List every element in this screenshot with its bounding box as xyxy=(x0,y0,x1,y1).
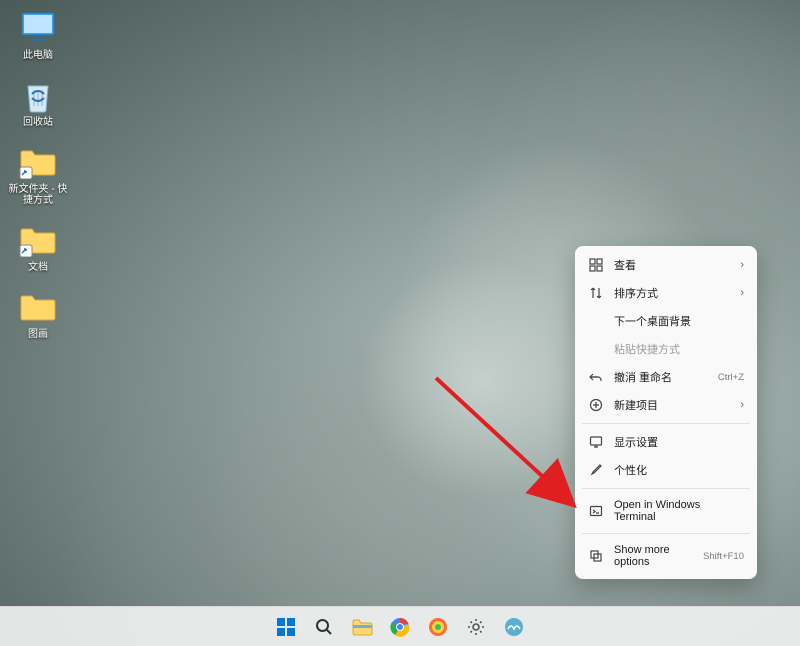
desktop-icon-folder-pics[interactable]: 图画 xyxy=(8,287,68,340)
chevron-right-icon: › xyxy=(740,259,744,271)
display-icon xyxy=(588,434,604,450)
taskbar-settings-button[interactable] xyxy=(460,611,492,643)
menu-label: 撤消 重命名 xyxy=(614,369,708,385)
desktop-icon-label: 图画 xyxy=(28,329,48,340)
chevron-right-icon: › xyxy=(740,287,744,299)
folder-shortcut-icon xyxy=(18,142,58,182)
menu-label: 排序方式 xyxy=(614,285,730,301)
taskbar xyxy=(0,606,800,646)
menu-label: 查看 xyxy=(614,257,730,273)
desktop-icon-label: 新文件夹 - 快捷方式 xyxy=(8,184,68,206)
new-icon xyxy=(588,397,604,413)
menu-item-show-more-options[interactable]: Show more options Shift+F10 xyxy=(580,538,752,574)
taskbar-search-button[interactable] xyxy=(308,611,340,643)
desktop-icon-label: 此电脑 xyxy=(23,50,53,61)
taskbar-chrome-button[interactable] xyxy=(384,611,416,643)
menu-item-new[interactable]: 新建项目 › xyxy=(580,391,752,419)
menu-shortcut: Ctrl+Z xyxy=(718,372,744,383)
menu-item-undo[interactable]: 撤消 重命名 Ctrl+Z xyxy=(580,363,752,391)
menu-item-display-settings[interactable]: 显示设置 xyxy=(580,428,752,456)
chevron-right-icon: › xyxy=(740,399,744,411)
taskbar-browser2-button[interactable] xyxy=(422,611,454,643)
desktop-icons-column: 此电脑 回收站 新文件夹 - 快捷方式 xyxy=(8,8,68,340)
menu-label: 粘贴快捷方式 xyxy=(614,341,744,357)
sort-icon xyxy=(588,285,604,301)
undo-icon xyxy=(588,369,604,385)
taskbar-app-button[interactable] xyxy=(498,611,530,643)
desktop-context-menu: 查看 › 排序方式 › 下一个桌面背景 粘贴快捷方式 xyxy=(575,246,757,579)
recycle-bin-icon xyxy=(18,75,58,115)
desktop[interactable]: 此电脑 回收站 新文件夹 - 快捷方式 xyxy=(0,0,800,646)
taskbar-explorer-button[interactable] xyxy=(346,611,378,643)
menu-item-personalize[interactable]: 个性化 xyxy=(580,456,752,484)
this-pc-icon xyxy=(18,8,58,48)
blank-icon xyxy=(588,341,604,357)
menu-label: 个性化 xyxy=(614,462,744,478)
menu-item-terminal[interactable]: Open in Windows Terminal xyxy=(580,493,752,529)
menu-label: 新建项目 xyxy=(614,397,730,413)
menu-shortcut: Shift+F10 xyxy=(703,551,744,562)
menu-label: Open in Windows Terminal xyxy=(614,499,744,523)
menu-item-next-background[interactable]: 下一个桌面背景 xyxy=(580,307,752,335)
menu-item-sort[interactable]: 排序方式 › xyxy=(580,279,752,307)
desktop-icon-folder-shortcut[interactable]: 新文件夹 - 快捷方式 xyxy=(8,142,68,206)
desktop-icon-label: 回收站 xyxy=(23,117,53,128)
blank-icon xyxy=(588,313,604,329)
menu-label: 下一个桌面背景 xyxy=(614,313,744,329)
menu-separator xyxy=(582,423,750,424)
taskbar-start-button[interactable] xyxy=(270,611,302,643)
terminal-icon xyxy=(588,503,604,519)
desktop-icon-this-pc[interactable]: 此电脑 xyxy=(8,8,68,61)
grid-icon xyxy=(588,257,604,273)
menu-item-view[interactable]: 查看 › xyxy=(580,251,752,279)
folder-icon xyxy=(18,287,58,327)
menu-label: 显示设置 xyxy=(614,434,744,450)
personalize-icon xyxy=(588,462,604,478)
desktop-icon-recycle-bin[interactable]: 回收站 xyxy=(8,75,68,128)
desktop-icon-folder-docs[interactable]: 文档 xyxy=(8,220,68,273)
menu-item-paste-shortcut: 粘贴快捷方式 xyxy=(580,335,752,363)
desktop-icon-label: 文档 xyxy=(28,262,48,273)
more-options-icon xyxy=(588,548,604,564)
folder-icon xyxy=(18,220,58,260)
menu-label: Show more options xyxy=(614,544,693,568)
menu-separator xyxy=(582,533,750,534)
menu-separator xyxy=(582,488,750,489)
